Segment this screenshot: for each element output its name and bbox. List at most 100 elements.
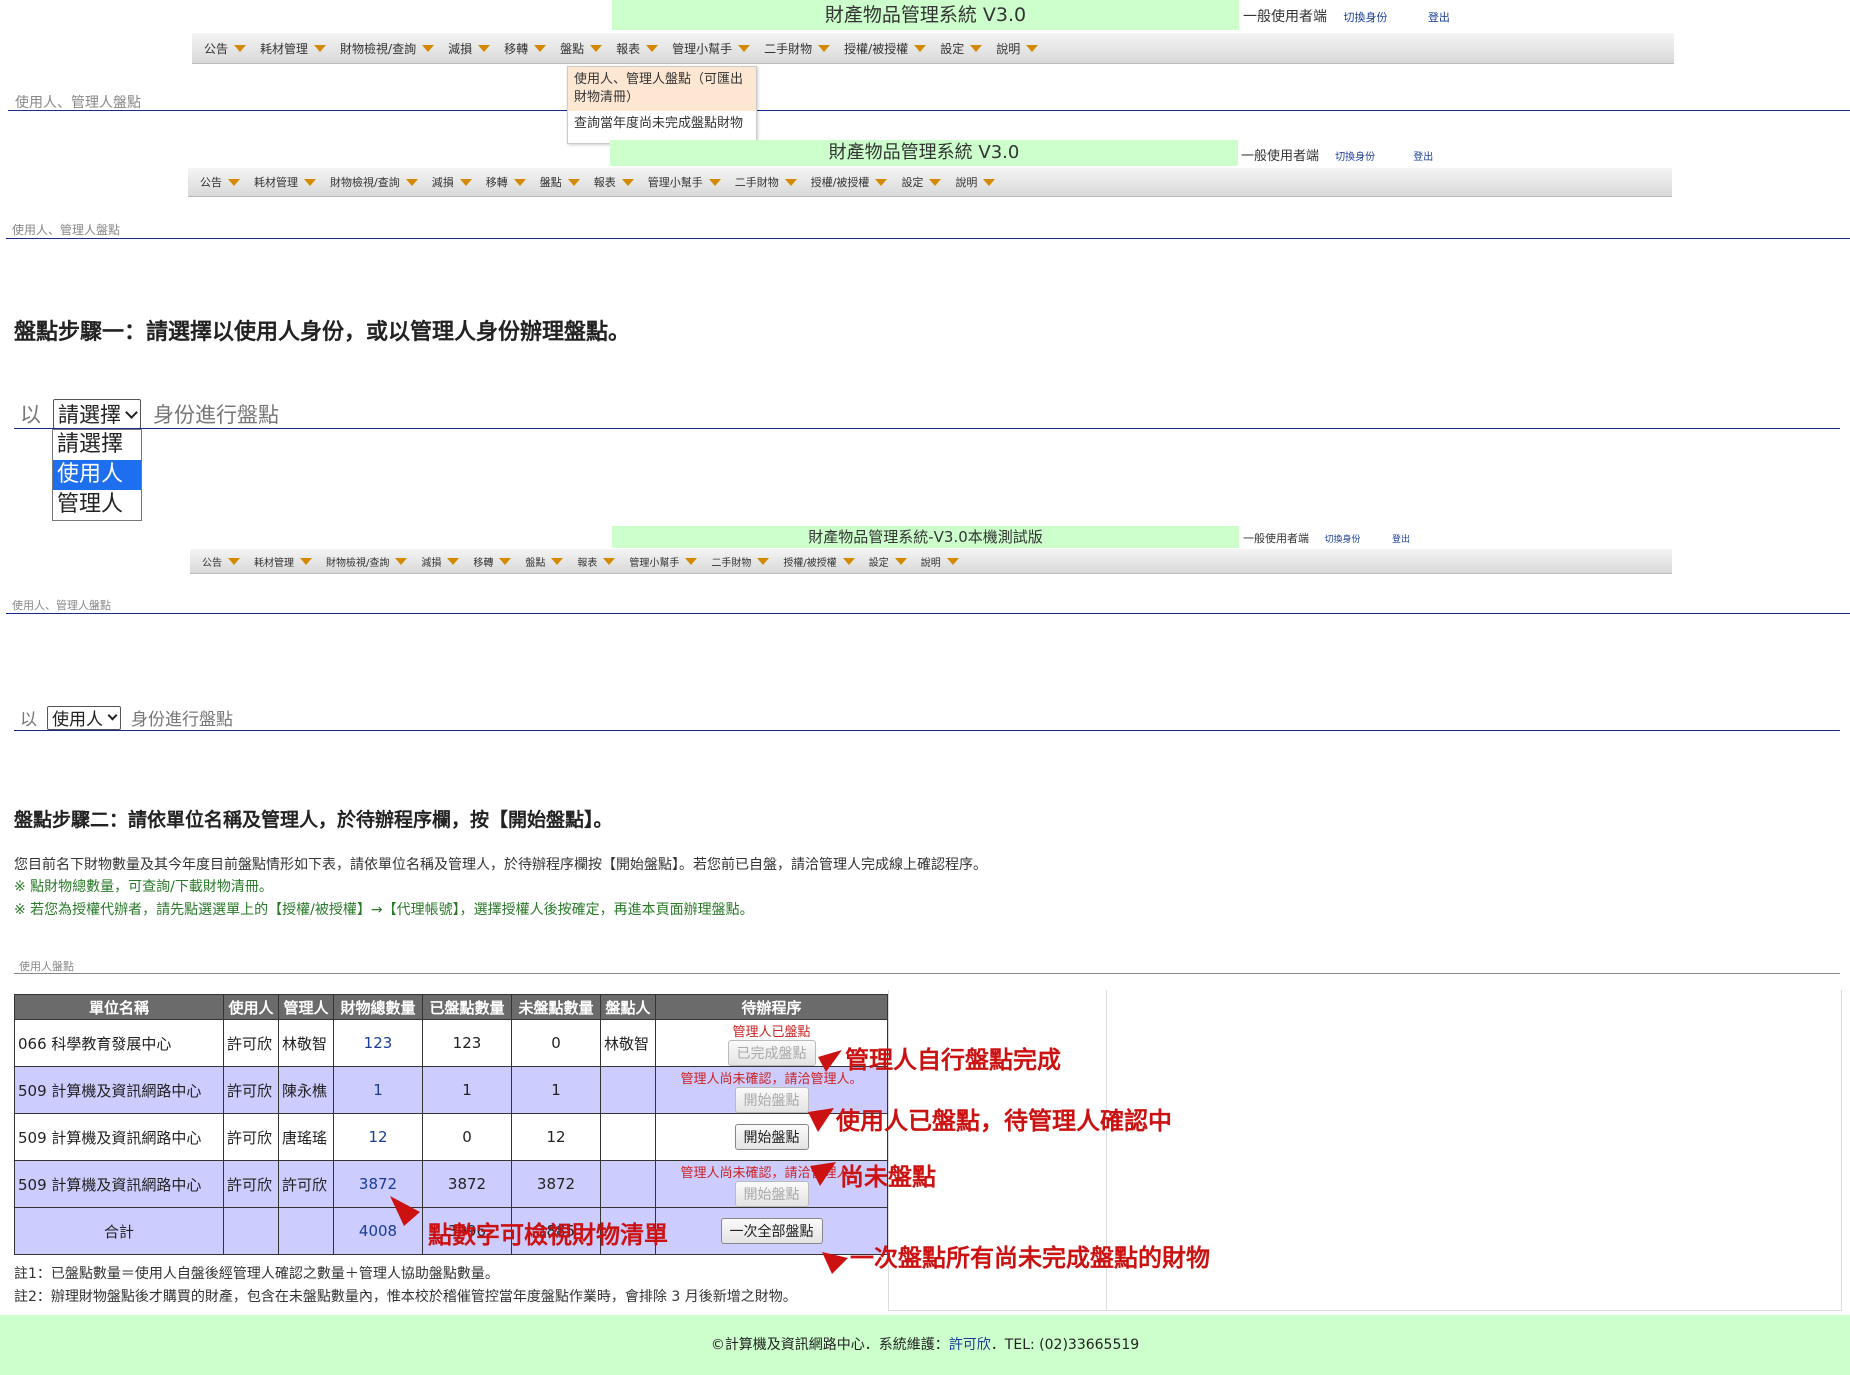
menu-authorization[interactable]: 授權/被授權 — [811, 174, 888, 190]
menu-inventory[interactable]: 盤點 — [540, 174, 580, 190]
menu-inventory[interactable]: 盤點 — [560, 40, 603, 57]
menu-supplies[interactable]: 耗材管理 — [254, 554, 312, 569]
dropdown-item-user-manager-inventory[interactable]: 使用人、管理人盤點（可匯出財物清冊） — [568, 67, 756, 111]
menu-authorization[interactable]: 授權/被授權 — [844, 40, 927, 57]
divider — [14, 730, 1840, 731]
caret-down-icon — [478, 44, 491, 52]
menu-reports[interactable]: 報表 — [594, 174, 634, 190]
menu-label: 盤點 — [539, 176, 562, 189]
cell-manager: 林敬智 — [278, 1019, 334, 1067]
cell-unit: 509 計算機及資訊網路中心 — [14, 1160, 224, 1208]
page-label: 使用人、管理人盤點 — [12, 599, 111, 612]
menu-label: 公告 — [202, 557, 222, 569]
caret-down-icon — [757, 557, 770, 565]
menu-reports[interactable]: 報表 — [577, 554, 616, 569]
menu-label: 管理小幫手 — [629, 557, 680, 569]
start-inventory-button[interactable]: 開始盤點 — [734, 1180, 809, 1207]
caret-down-icon — [929, 178, 942, 186]
menu-announcements[interactable]: 公告 — [200, 174, 240, 190]
main-menu: 公告 耗材管理 財物檢視/查詢 減損 移轉 盤點 報表 管理小幫手 二手財物 授… — [188, 168, 1672, 197]
menu-help[interactable]: 說明 — [996, 40, 1039, 57]
menu-write-off[interactable]: 減損 — [432, 174, 472, 190]
cell-manager: 陳永樵 — [278, 1066, 334, 1114]
cell-manager: 唐瑤瑤 — [278, 1113, 334, 1161]
menu-authorization[interactable]: 授權/被授權 — [783, 554, 855, 569]
col-pending: 待辦程序 — [655, 994, 888, 1020]
switch-identity-link[interactable]: 切換身份 — [1343, 11, 1387, 24]
app-title: 財產物品管理系統 V3.0 — [824, 4, 1027, 26]
start-inventory-button[interactable]: 開始盤點 — [734, 1124, 809, 1150]
option-manager[interactable]: 管理人 — [53, 490, 141, 520]
cell-total-link[interactable]: 12 — [333, 1113, 423, 1161]
menu-supplies[interactable]: 耗材管理 — [254, 174, 316, 190]
cell-total-link[interactable]: 123 — [333, 1019, 423, 1067]
menu-asset-query[interactable]: 財物檢視/查詢 — [340, 40, 435, 57]
logout-link[interactable]: 登出 — [1413, 152, 1433, 163]
menu-reports[interactable]: 報表 — [616, 40, 659, 57]
caret-down-icon — [708, 178, 721, 186]
option-user[interactable]: 使用人 — [53, 460, 141, 490]
cell-grand-total-link[interactable]: 4008 — [333, 1207, 423, 1255]
menu-announcements[interactable]: 公告 — [202, 554, 240, 569]
inventory-all-button[interactable]: 一次全部盤點 — [720, 1218, 823, 1244]
cell-unit: 509 計算機及資訊網路中心 — [14, 1066, 224, 1114]
switch-identity-link[interactable]: 切換身份 — [1325, 535, 1361, 545]
start-inventory-button[interactable]: 開始盤點 — [734, 1086, 809, 1113]
menu-label: 報表 — [593, 176, 616, 189]
identity-select[interactable]: 使用人 — [47, 705, 121, 730]
menu-helper[interactable]: 管理小幫手 — [648, 174, 721, 190]
menu-transfer[interactable]: 移轉 — [486, 174, 526, 190]
caret-down-icon — [621, 178, 634, 186]
cell-total-link[interactable]: 1 — [333, 1066, 423, 1114]
menu-second-hand[interactable]: 二手財物 — [735, 174, 797, 190]
menu-label: 移轉 — [485, 176, 508, 189]
cell-total-link[interactable]: 3872 — [333, 1160, 423, 1208]
cell-unit: 509 計算機及資訊網路中心 — [14, 1113, 224, 1161]
caret-down-icon — [914, 44, 927, 52]
footer-prefix: ©計算機及資訊網路中心．系統維護： — [710, 1337, 949, 1353]
maintainer-link[interactable]: 許可欣 — [949, 1337, 991, 1353]
menu-help[interactable]: 說明 — [921, 554, 959, 569]
completed-inventory-button[interactable]: 已完成盤點 — [727, 1039, 816, 1066]
table-row: 509 計算機及資訊網路中心 許可欣 許可欣 3872 3872 3872 管理… — [14, 1160, 888, 1208]
cell-counter — [600, 1113, 656, 1161]
menu-second-hand[interactable]: 二手財物 — [711, 554, 770, 569]
menu-write-off[interactable]: 減損 — [448, 40, 491, 57]
divider — [14, 973, 1840, 974]
menu-write-off[interactable]: 減損 — [421, 554, 460, 569]
menu-asset-query[interactable]: 財物檢視/查詢 — [330, 174, 418, 190]
logout-link[interactable]: 登出 — [1428, 11, 1450, 24]
menu-asset-query[interactable]: 財物檢視/查詢 — [326, 554, 408, 569]
annotation-click-number: 點數字可檢視財物清單 — [428, 1221, 668, 1249]
annotation-manager-done: 管理人自行盤點完成 — [845, 1046, 1061, 1074]
annotation-awaiting-confirm: 使用人已盤點，待管理人確認中 — [836, 1107, 1172, 1135]
arrow-icon — [822, 1252, 848, 1274]
dropdown-item-pending-inventory[interactable]: 查詢當年度尚未完成盤點財物 — [568, 111, 756, 137]
menu-second-hand[interactable]: 二手財物 — [764, 40, 831, 57]
menu-transfer[interactable]: 移轉 — [504, 40, 547, 57]
identity-select[interactable]: 請選擇 — [53, 399, 141, 429]
main-menu: 公告 耗材管理 財物檢視/查詢 減損 移轉 盤點 報表 管理小幫手 二手財物 授… — [192, 33, 1674, 64]
menu-help[interactable]: 說明 — [955, 174, 996, 190]
cell-counted: 3872 — [422, 1160, 512, 1208]
cell-user: 許可欣 — [223, 1019, 279, 1067]
menu-supplies[interactable]: 耗材管理 — [260, 40, 327, 57]
table-row: 509 計算機及資訊網路中心 許可欣 唐瑤瑤 12 0 12 開始盤點 — [14, 1113, 888, 1161]
switch-identity-link[interactable]: 切換身份 — [1335, 152, 1375, 163]
menu-label: 公告 — [204, 41, 229, 56]
divider — [6, 613, 1850, 614]
logout-link[interactable]: 登出 — [1392, 535, 1410, 545]
menu-transfer[interactable]: 移轉 — [473, 554, 512, 569]
cell-unit: 066 科學教育發展中心 — [14, 1019, 224, 1067]
option-please-select[interactable]: 請選擇 — [53, 430, 141, 460]
menu-helper[interactable]: 管理小幫手 — [672, 40, 751, 57]
menu-settings[interactable]: 設定 — [940, 40, 983, 57]
menu-announcements[interactable]: 公告 — [204, 40, 247, 57]
menu-label: 財物檢視/查詢 — [330, 176, 400, 189]
menu-inventory[interactable]: 盤點 — [525, 554, 564, 569]
caret-down-icon — [603, 557, 616, 565]
menu-settings[interactable]: 設定 — [869, 554, 907, 569]
menu-settings[interactable]: 設定 — [901, 174, 942, 190]
menu-helper[interactable]: 管理小幫手 — [629, 554, 698, 569]
app-title-bar: 財產物品管理系統-V3.0本機測試版 — [612, 526, 1239, 548]
